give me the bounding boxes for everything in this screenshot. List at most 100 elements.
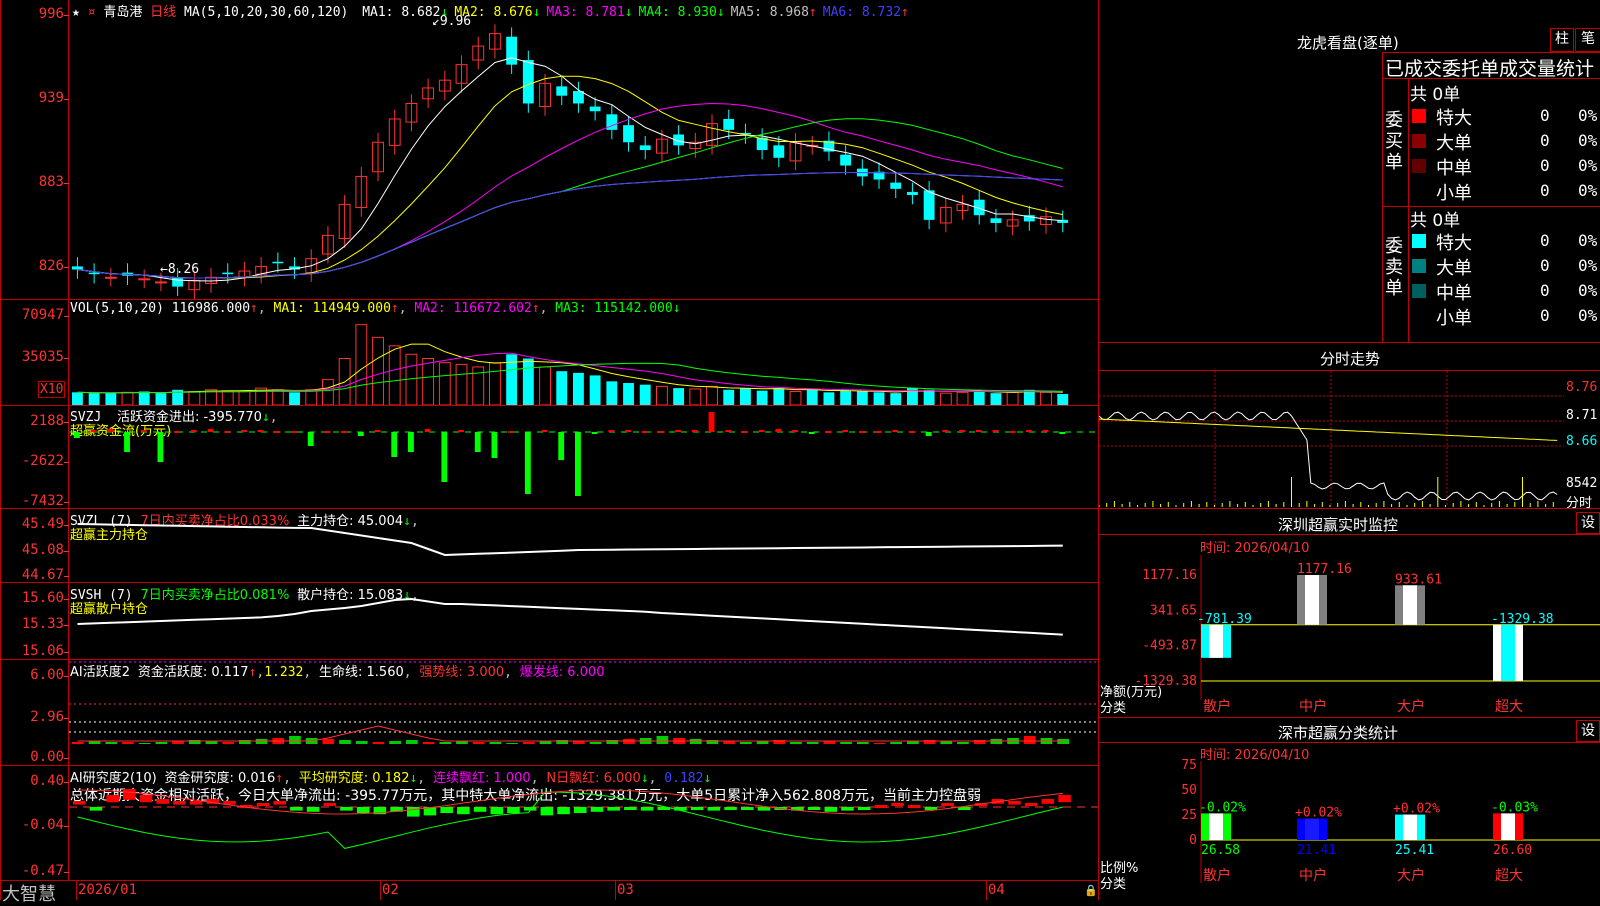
main-y-tick-mark (64, 267, 69, 268)
activity-bar (72, 742, 84, 744)
svzl-y-tick: 45.49 (21, 516, 64, 532)
flow-bar (558, 432, 565, 460)
svzl-y-tick-mark (64, 551, 69, 552)
flow-bar (758, 430, 765, 432)
sz-monitor-title: 深圳超赢实时监控 (1278, 516, 1399, 534)
candle (639, 145, 651, 151)
research-bar (440, 807, 453, 813)
activity-bar (522, 742, 535, 744)
bar-mode-button[interactable]: 柱 (1550, 28, 1574, 52)
activity-bar (740, 742, 752, 744)
intraday-chart[interactable] (1099, 371, 1564, 507)
activity-bar (138, 743, 151, 744)
volume-bar (489, 362, 501, 405)
net-amount-label: 1177.16 (1297, 562, 1352, 577)
vol-y-tick: 70947 (21, 307, 64, 323)
buy-total: 共 0单 (1410, 85, 1461, 105)
vol-y-tick-mark (64, 316, 69, 317)
svzl-y-tick: 44.67 (21, 567, 64, 583)
volume-bar (121, 391, 134, 405)
flow-bar (408, 432, 414, 452)
activity-bar (840, 742, 852, 744)
research-bar (290, 807, 303, 811)
buy-row-count: 0 (1540, 131, 1550, 150)
ai2-y-tick-mark (64, 872, 69, 873)
pen-mode-button[interactable]: 笔 (1575, 28, 1600, 52)
main-y-tick: 883 (38, 174, 64, 190)
intraday-y-tick: 8.76 (1566, 380, 1598, 395)
sell-row-pct: 0% (1578, 306, 1598, 325)
volume-bar (88, 393, 100, 405)
flow-bar (508, 431, 515, 433)
flow-bar (224, 431, 231, 433)
ai2-y-tick: -0.47 (21, 863, 64, 879)
volume-bar (388, 345, 401, 405)
ai1-y-tick: 0.00 (30, 749, 64, 765)
flow-bar (909, 431, 915, 433)
volume-bar (1006, 391, 1019, 405)
ai1-y-tick-mark (64, 758, 69, 759)
activity-bar (289, 736, 301, 744)
volume-bar (656, 385, 668, 405)
candle (138, 278, 151, 281)
research-bar (624, 807, 637, 810)
sz-stats-settings-button[interactable]: 设 (1576, 720, 1600, 742)
activity-bar (489, 742, 502, 744)
sell-row-name: 特大 (1436, 233, 1472, 254)
volume-bar (939, 392, 952, 405)
ratio-chart[interactable]: 75 50 25 0 -0.02% 26.58 散户 +0.02% 21.41 中户 +0.02% 2… (1099, 743, 1600, 900)
candle (589, 106, 601, 112)
flow-bar (90, 430, 97, 432)
sz-monitor-settings-button[interactable]: 设 (1576, 512, 1600, 534)
volume-bar (723, 389, 735, 405)
retail-holding-line (77, 597, 1063, 636)
volume-bar (840, 390, 852, 405)
volume-bar (221, 390, 234, 405)
volume-bar (72, 392, 83, 405)
main-y-tick-mark (64, 15, 69, 16)
ai-research-chart[interactable] (69, 766, 1098, 880)
main-holding-chart[interactable] (69, 509, 1098, 582)
volume-chart[interactable] (69, 316, 1098, 405)
retail-holding-chart[interactable] (69, 583, 1098, 659)
research-bar (306, 807, 320, 812)
bar-highlight (1305, 818, 1319, 840)
volume-bar (923, 389, 935, 405)
research-bar (1024, 803, 1038, 806)
ratio-value-label: 25.41 (1395, 843, 1434, 858)
flow-bar (257, 430, 264, 432)
candle (990, 218, 1002, 223)
sell-row-name: 小单 (1436, 308, 1472, 329)
ratio-value-label: 26.58 (1201, 843, 1240, 858)
flow-bar (608, 430, 615, 432)
lock-icon[interactable]: 🔒 (1084, 884, 1098, 897)
research-bar (139, 795, 153, 803)
research-bar (457, 807, 470, 815)
volume-bar (623, 383, 634, 405)
stats-y-tick: 75 (1181, 758, 1197, 773)
intraday-y-tick: 8.71 (1566, 408, 1598, 423)
activity-bar (873, 743, 886, 744)
buy-row-count: 0 (1540, 106, 1550, 125)
flow-bar (575, 432, 581, 496)
low-price-mark: ←8.26 (160, 262, 200, 277)
sell-order-label: 委卖单 (1385, 236, 1403, 299)
candle (506, 36, 518, 65)
sell-total: 共 0单 (1410, 211, 1461, 231)
volume-bar (105, 393, 117, 405)
candle (172, 277, 184, 287)
net-amount-chart[interactable]: 1177.16 341.65 -493.87 -1329.38 -781.39 散户 117… (1099, 535, 1600, 715)
buy-row-count: 0 (1540, 156, 1550, 175)
research-bar (841, 807, 854, 811)
ai-active-chart[interactable] (69, 660, 1098, 765)
flow-bar (341, 431, 348, 433)
candle (155, 281, 167, 284)
sell-row-count: 0 (1540, 306, 1550, 325)
vol-ma-line (77, 343, 1063, 394)
capital-flow-chart[interactable] (69, 406, 1098, 508)
ratio-bar (1395, 814, 1425, 840)
flow-bar (975, 430, 982, 432)
research-bar (557, 807, 570, 815)
activity-bar (1023, 736, 1036, 744)
candlestick-chart[interactable] (69, 15, 1098, 299)
